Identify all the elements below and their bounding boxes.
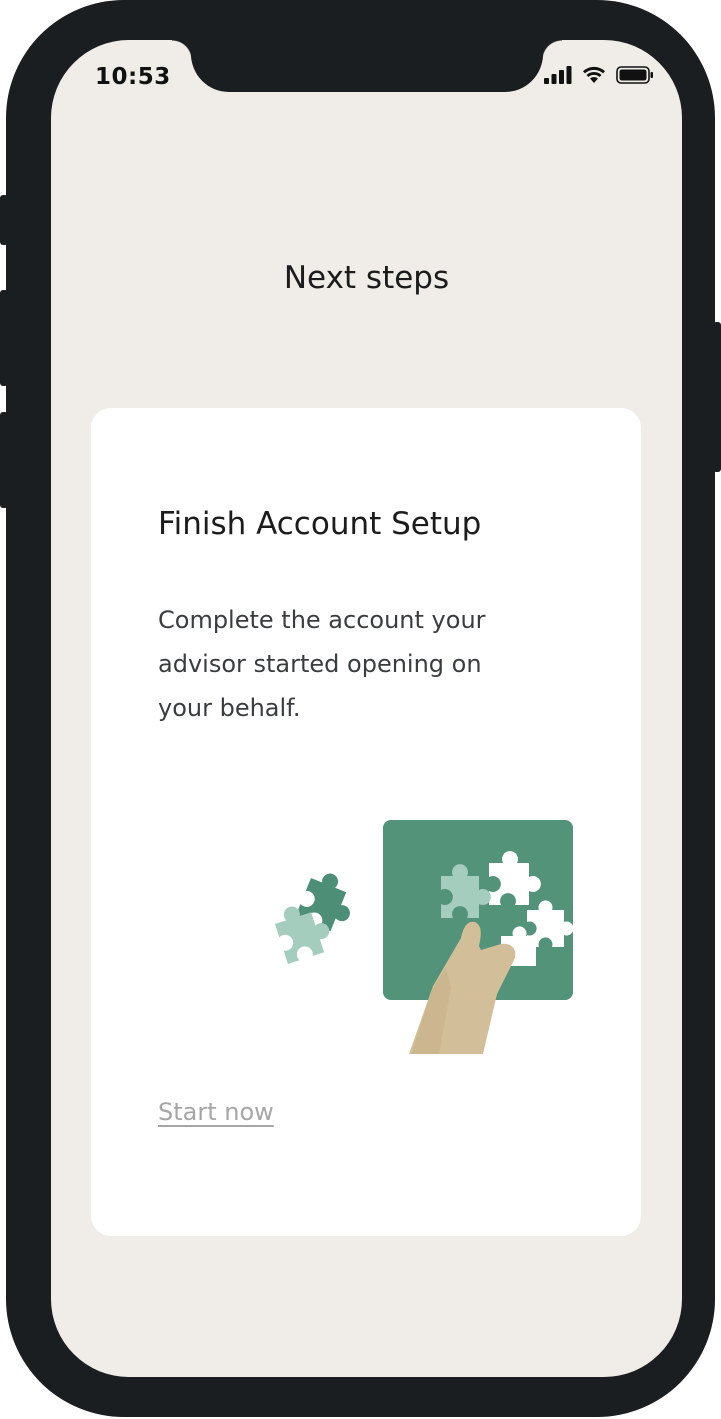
- app-screen: 10:53 Next steps Finish Account Setup Co…: [51, 40, 682, 1377]
- volume-up-button: [0, 290, 8, 386]
- page-title: Next steps: [283, 260, 450, 296]
- next-step-card: Finish Account Setup Complete the accoun…: [91, 408, 641, 1236]
- start-now-link[interactable]: Start now: [158, 1098, 274, 1126]
- card-title: Finish Account Setup: [158, 506, 482, 542]
- volume-down-button: [0, 412, 8, 508]
- battery-icon: [616, 66, 654, 88]
- power-button: [713, 322, 721, 472]
- card-description: Complete the account your advisor starte…: [158, 606, 486, 722]
- status-icons: [544, 66, 654, 88]
- puzzle-hand-illustration: [275, 820, 574, 1054]
- signal-icon: [544, 66, 572, 88]
- wifi-icon: [582, 66, 606, 88]
- mute-switch: [0, 195, 8, 245]
- phone-frame: 10:53 Next steps Finish Account Setup Co…: [6, 0, 715, 1417]
- device-notch: [172, 40, 562, 92]
- status-time: 10:53: [95, 64, 171, 90]
